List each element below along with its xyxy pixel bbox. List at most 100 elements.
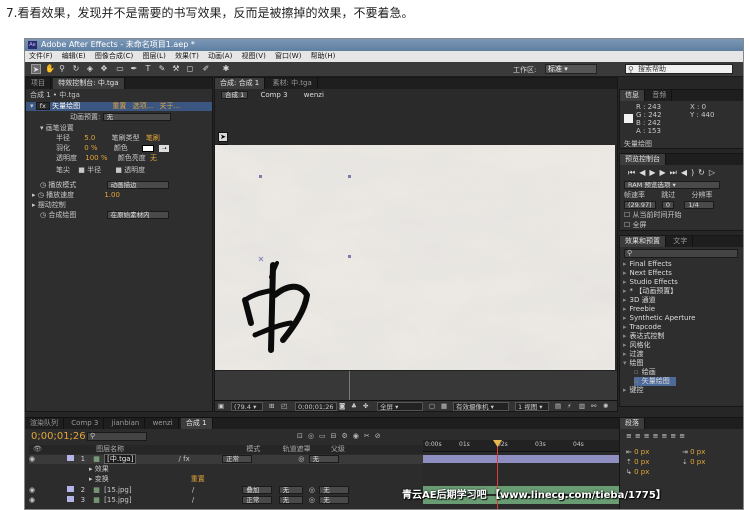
indent-right[interactable]: ⇥ 0 px bbox=[682, 448, 705, 457]
tab-render-queue[interactable]: 渲染队列 bbox=[25, 418, 64, 429]
tab-preview[interactable]: 预览控制台 bbox=[620, 154, 666, 165]
effect-category[interactable]: ▸ 键控 bbox=[623, 386, 644, 395]
transform-reset-link[interactable]: 重置 bbox=[191, 475, 205, 483]
exposure-icon[interactable]: ✺ bbox=[603, 402, 608, 411]
playback-speed-value[interactable]: 1.00 bbox=[104, 191, 120, 199]
viewer-timecode[interactable]: 0;00;01;26 bbox=[295, 402, 337, 411]
effect-item[interactable]: ▫ 绘画 bbox=[634, 368, 656, 377]
space-after[interactable]: ⇣ 0 px bbox=[682, 458, 705, 467]
loop-icon[interactable]: ↻ bbox=[698, 168, 709, 177]
tab-comp1[interactable]: 合成 1 bbox=[180, 418, 213, 429]
camera-tool-icon[interactable]: ◈ bbox=[85, 64, 95, 74]
label-color[interactable] bbox=[67, 455, 75, 461]
effect-category[interactable]: ▸ 3D 通道 bbox=[623, 296, 656, 305]
brush-settings-group[interactable]: ▾ 画笔设置 bbox=[40, 124, 74, 133]
effect-category[interactable]: ▸ Freebie bbox=[623, 305, 655, 314]
tab-paragraph[interactable]: 段落 bbox=[620, 418, 645, 429]
tab-audio[interactable]: 音频 bbox=[647, 90, 673, 101]
tab-effect-controls[interactable]: 特效控制台: 中.tga bbox=[53, 78, 125, 89]
play-icon[interactable]: ▶ bbox=[649, 168, 659, 177]
ram-preview-icon[interactable]: ▷ bbox=[709, 168, 719, 177]
ram-options-select[interactable]: RAM 预览选项 ▾ bbox=[624, 181, 720, 189]
layer-trkmat-select[interactable]: 无 bbox=[278, 496, 303, 504]
effect-category[interactable]: ▸ 过渡 bbox=[623, 350, 644, 359]
layer-row-3[interactable]: ◉ 3 ▦ [15.jpg] / 正常 无 ◎ 无 bbox=[29, 496, 423, 505]
effect-category[interactable]: ▸ * 【动画预置】 bbox=[623, 287, 677, 296]
audio-icon[interactable]: ◀) bbox=[681, 168, 698, 177]
effect-category[interactable]: ▸ Next Effects bbox=[623, 269, 672, 278]
color-ratio-value[interactable]: 无 bbox=[150, 154, 157, 162]
playback-mode-select[interactable]: 动画描边 bbox=[106, 181, 169, 189]
space-before[interactable]: ⇡ 0 px bbox=[626, 458, 649, 467]
wiggle-row[interactable]: ▸ 摆动控制 bbox=[32, 201, 66, 210]
timeline-icon[interactable]: ▥ bbox=[579, 402, 585, 411]
toggle-pixel-icon[interactable]: ▤ bbox=[555, 402, 561, 411]
composite-select[interactable]: 在原始素材内 bbox=[106, 211, 169, 219]
parent-pickwhip-icon[interactable]: ◎ bbox=[309, 486, 315, 494]
fx-header-row[interactable]: ▾ fx 矢量绘图 重置 选项... 关于... bbox=[26, 102, 212, 111]
resolution-select[interactable]: 全屏 ▾ bbox=[377, 402, 423, 411]
visibility-eye-icon[interactable]: ◉ bbox=[29, 455, 35, 463]
layer-mode-select[interactable]: 正常 bbox=[242, 496, 273, 504]
parent-pickwhip-icon[interactable]: ◎ bbox=[298, 455, 304, 463]
brush-type-value[interactable]: 笔刷 bbox=[146, 134, 160, 142]
zoom-select[interactable]: (79.4 ▾ bbox=[231, 402, 263, 411]
effects-search-input[interactable]: ⚲ bbox=[624, 249, 738, 258]
layer-mode-select[interactable]: 正常 bbox=[221, 455, 252, 463]
help-search-input[interactable]: ⚲ 搜索帮助 bbox=[625, 64, 733, 74]
visibility-eye-icon[interactable]: ◉ bbox=[29, 496, 35, 504]
breadcrumb-comp3[interactable]: Comp 3 bbox=[260, 91, 287, 99]
parent-pickwhip-icon[interactable]: ◎ bbox=[309, 496, 315, 504]
tab-wenzi[interactable]: wenzi bbox=[148, 418, 179, 429]
effect-category-open[interactable]: ▾ 绘图 bbox=[623, 359, 644, 368]
effect-item-selected[interactable]: ▫ 矢量绘图 bbox=[634, 377, 676, 386]
menu-layer[interactable]: 图层(L) bbox=[142, 52, 165, 60]
label-color[interactable] bbox=[67, 486, 75, 492]
layer-mode-select[interactable]: 叠加 bbox=[242, 486, 273, 494]
pen-opt-radius-checkbox[interactable]: ■ 半径 bbox=[78, 166, 101, 174]
fx-reset-link[interactable]: 重置 bbox=[112, 102, 126, 110]
menu-view[interactable]: 视图(V) bbox=[242, 52, 266, 60]
type-tool-icon[interactable]: T bbox=[143, 64, 153, 74]
radius-value[interactable]: 5.0 bbox=[84, 134, 95, 142]
show-snapshot-icon[interactable]: ♣ bbox=[351, 402, 357, 411]
tab-jianbian[interactable]: jianbian bbox=[107, 418, 146, 429]
quality-switch-icon[interactable]: / bbox=[192, 486, 194, 494]
pen-tool-icon[interactable]: ✒ bbox=[129, 64, 139, 74]
effect-category[interactable]: ▸ Final Effects bbox=[623, 260, 672, 269]
layer-name[interactable]: [中.tga] bbox=[104, 454, 137, 464]
fullscreen-checkbox[interactable]: ☐ 全屏 bbox=[624, 221, 647, 230]
fx-about-link[interactable]: 关于... bbox=[160, 102, 181, 110]
snapshot-icon[interactable]: ◙ bbox=[339, 402, 345, 411]
zoom-tool-icon[interactable]: ⚲ bbox=[57, 64, 67, 74]
pan-behind-tool-icon[interactable]: ✥ bbox=[99, 64, 109, 74]
fx-switch-icon[interactable]: / fx bbox=[179, 455, 190, 463]
selection-tool-icon[interactable]: ➤ bbox=[31, 64, 41, 74]
tab-composition[interactable]: 合成: 合成 1 bbox=[215, 78, 266, 89]
layer-row-2[interactable]: ◉ 2 ▦ [15.jpg] / 叠加 无 ◎ 无 bbox=[29, 486, 423, 495]
layer-parent-select[interactable]: 无 bbox=[319, 496, 350, 504]
eyedropper-icon[interactable]: ➝ bbox=[159, 144, 170, 152]
layer-bar-1[interactable] bbox=[423, 455, 619, 463]
region-icon[interactable]: ▣ bbox=[218, 402, 224, 411]
layer-row-1[interactable]: ◉ 1 ▦ [中.tga] / fx 正常 ◎ 无 bbox=[29, 454, 423, 464]
tab-footage[interactable]: 素材: 中.tga bbox=[268, 78, 318, 89]
effect-category[interactable]: ▸ 表达式控制 bbox=[623, 332, 665, 341]
menu-composition[interactable]: 图像合成(C) bbox=[95, 52, 133, 60]
layer-transform-group[interactable]: ▸ 变换 重置 bbox=[89, 475, 205, 484]
effect-category[interactable]: ▸ Synthetic Aperture bbox=[623, 314, 695, 323]
menu-help[interactable]: 帮助(H) bbox=[311, 52, 336, 60]
fx-options-link[interactable]: 选项... bbox=[133, 102, 154, 110]
timeline-search-input[interactable]: ⚲ bbox=[87, 432, 147, 441]
layer-name[interactable]: [15.jpg] bbox=[104, 496, 131, 504]
composition-canvas[interactable] bbox=[215, 145, 615, 370]
feather-value[interactable]: 0 % bbox=[84, 144, 97, 152]
first-frame-icon[interactable]: ⏮ bbox=[628, 168, 639, 177]
indent-left[interactable]: ⇤ 0 px bbox=[626, 448, 649, 457]
layer-trkmat-select[interactable]: 无 bbox=[278, 486, 303, 494]
timeline-switches[interactable]: ⊡◎▭⊟⚙◉✂⊘ bbox=[297, 432, 386, 441]
breadcrumb-comp1[interactable]: 合成 1 bbox=[221, 91, 249, 99]
menu-effect[interactable]: 效果(T) bbox=[175, 52, 199, 60]
quality-switch-icon[interactable]: / bbox=[192, 496, 194, 504]
tab-comp3[interactable]: Comp 3 bbox=[66, 418, 105, 429]
